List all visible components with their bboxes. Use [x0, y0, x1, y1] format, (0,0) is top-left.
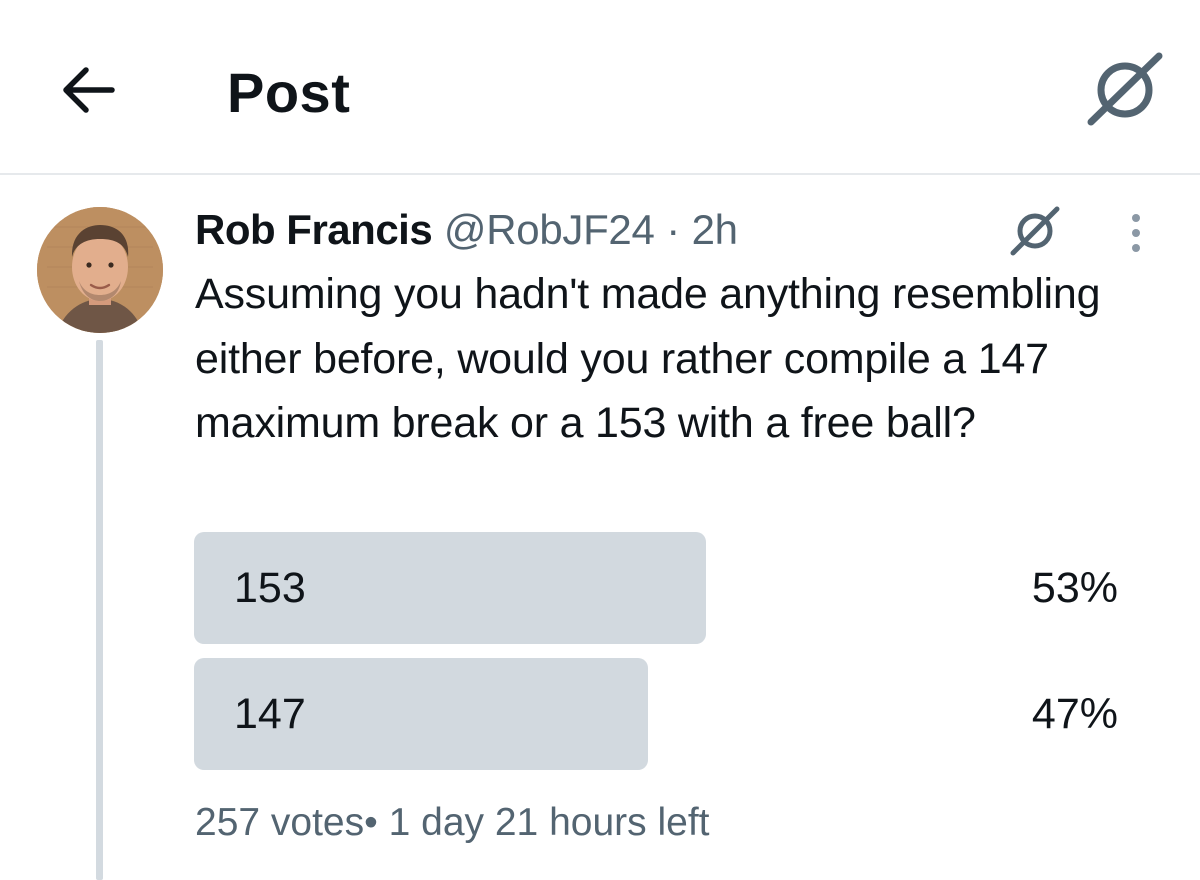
post-grok-button[interactable]: [1008, 204, 1062, 258]
poll-footer: 257 votes• 1 day 21 hours left: [195, 796, 710, 850]
grok-icon: [1087, 52, 1163, 126]
author-name[interactable]: Rob Francis: [195, 206, 433, 253]
post-time[interactable]: 2h: [692, 206, 738, 253]
top-app-bar: Post: [0, 0, 1200, 175]
back-button[interactable]: [52, 58, 122, 122]
poll-option-percent: 53%: [1031, 564, 1118, 612]
poll-option-1[interactable]: 153 53%: [194, 532, 1118, 644]
page-title: Post: [227, 61, 351, 124]
poll-vote-count: 257 votes: [195, 801, 365, 844]
poll-footer-separator: •: [364, 801, 378, 844]
post-text: Assuming you hadn't made anything resemb…: [195, 270, 1101, 447]
poll-time-left: 1 day 21 hours left: [388, 801, 710, 844]
grok-button[interactable]: [1085, 50, 1165, 130]
poll-option-2[interactable]: 147 47%: [194, 658, 1118, 770]
poll-option-percent: 47%: [1031, 690, 1118, 738]
poll-option-label: 147: [234, 690, 306, 738]
avatar[interactable]: [37, 207, 163, 333]
separator-dot: ·: [666, 206, 680, 253]
poll-option-label: 153: [234, 564, 306, 612]
arrow-left-icon: [63, 67, 115, 113]
grok-icon: [1010, 206, 1060, 256]
post-header: Rob Francis @RobJF24 · 2h: [195, 205, 738, 255]
author-handle[interactable]: @RobJF24: [444, 206, 655, 253]
thread-line: [96, 340, 103, 880]
more-options-button[interactable]: [1118, 208, 1154, 258]
avatar-photo: [37, 207, 163, 333]
